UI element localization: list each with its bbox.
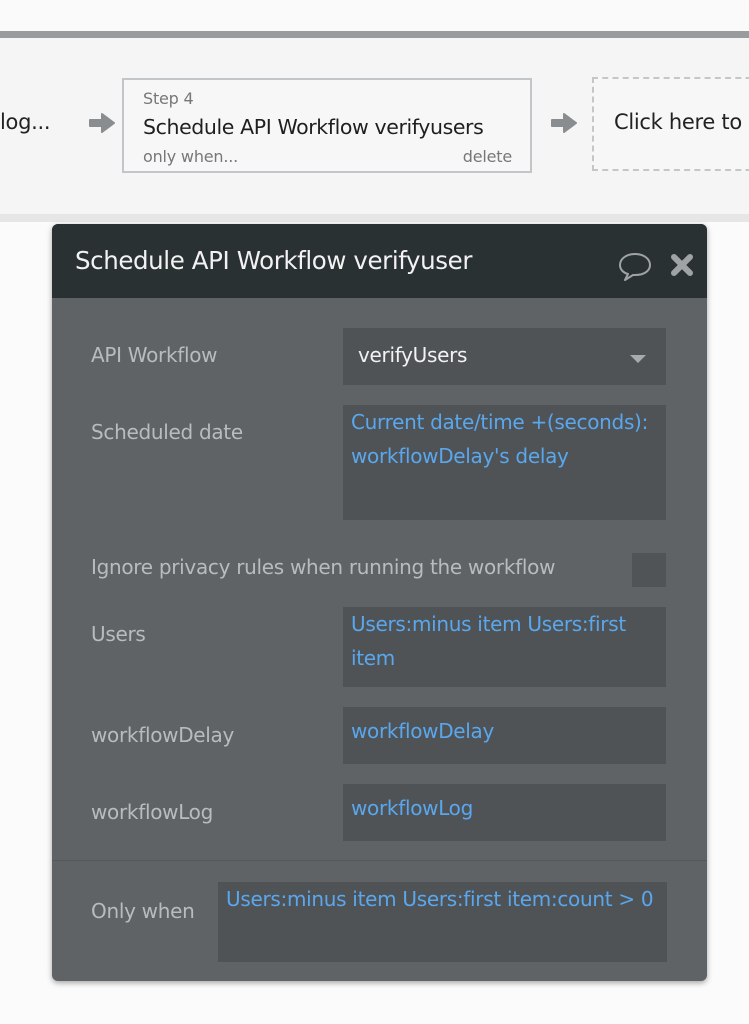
only-when-value: Users:minus item Users:first item:count … xyxy=(226,887,654,911)
users-label: Users xyxy=(91,622,146,646)
workflow-strip-bottom-border xyxy=(0,214,749,222)
delete-step-link[interactable]: delete xyxy=(463,147,512,166)
step-title: Schedule API Workflow verifyusers xyxy=(143,115,484,139)
workflow-log-value: workflowLog xyxy=(351,796,474,820)
only-when-expression[interactable]: Users:minus item Users:first item:count … xyxy=(218,882,667,962)
ignore-privacy-checkbox[interactable] xyxy=(632,553,666,587)
workflow-delay-expression[interactable]: workflowDelay xyxy=(343,707,666,764)
step-number: Step 4 xyxy=(143,89,194,108)
scheduled-date-value: Current date/time +(seconds): workflowDe… xyxy=(351,410,649,468)
scheduled-date-expression[interactable]: Current date/time +(seconds): workflowDe… xyxy=(343,405,666,520)
canvas-top xyxy=(0,0,749,31)
api-workflow-dropdown[interactable]: verifyUsers xyxy=(343,328,666,385)
action-properties-dialog: Schedule API Workflow verifyuser API Wor… xyxy=(52,224,707,981)
workflow-strip-top-border xyxy=(0,31,749,38)
ignore-privacy-label: Ignore privacy rules when running the wo… xyxy=(91,555,556,579)
add-step-button[interactable]: Click here to xyxy=(592,77,749,171)
dialog-header: Schedule API Workflow verifyuser xyxy=(52,224,707,298)
only-when-link[interactable]: only when... xyxy=(143,147,238,166)
workflow-log-label: workflowLog xyxy=(91,800,214,824)
users-expression[interactable]: Users:minus item Users:first item xyxy=(343,607,666,687)
users-value: Users:minus item Users:first item xyxy=(351,612,626,670)
workflow-delay-label: workflowDelay xyxy=(91,723,235,747)
section-divider xyxy=(52,860,707,861)
arrow-right-icon xyxy=(88,110,116,136)
workflow-log-expression[interactable]: workflowLog xyxy=(343,784,666,841)
dialog-title: Schedule API Workflow verifyuser xyxy=(75,246,472,275)
previous-step-title[interactable]: log... xyxy=(0,110,51,134)
arrow-right-icon xyxy=(550,110,578,136)
api-workflow-selected-value: verifyUsers xyxy=(358,343,468,367)
step-4-card[interactable]: Step 4 Schedule API Workflow verifyusers… xyxy=(122,78,532,173)
add-step-label: Click here to xyxy=(614,110,742,134)
comment-icon[interactable] xyxy=(617,250,653,282)
scheduled-date-label: Scheduled date xyxy=(91,420,243,444)
api-workflow-label: API Workflow xyxy=(91,343,218,367)
close-icon[interactable] xyxy=(669,252,695,278)
only-when-label: Only when xyxy=(91,899,195,923)
workflow-delay-value: workflowDelay xyxy=(351,719,495,743)
chevron-down-icon xyxy=(630,355,646,363)
